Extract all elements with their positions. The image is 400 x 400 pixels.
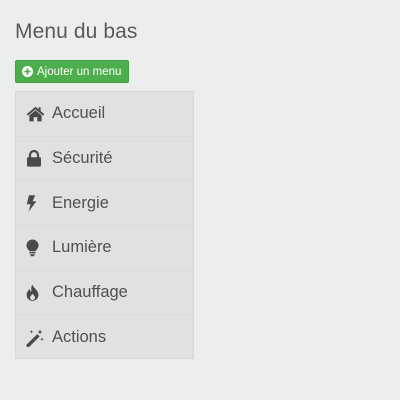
page-title: Menu du bas <box>15 20 138 43</box>
menu-item-chauffage[interactable]: Chauffage <box>16 271 193 316</box>
menu-item-label: Actions <box>52 328 107 347</box>
bottom-menu-list: Accueil Sécurité Energie Lumière Chauffa… <box>15 91 194 359</box>
menu-item-actions[interactable]: Actions <box>16 315 193 360</box>
add-menu-button[interactable]: Ajouter un menu <box>15 60 130 83</box>
page: Menu du bas Ajouter un menu Accueil Sécu… <box>0 0 400 400</box>
home-icon <box>26 105 48 123</box>
plus-circle-icon <box>22 66 33 77</box>
menu-item-label: Energie <box>52 193 109 212</box>
bolt-icon <box>26 194 48 212</box>
magic-wand-icon <box>26 329 48 347</box>
add-menu-label: Ajouter un menu <box>37 65 122 78</box>
menu-item-lumiere[interactable]: Lumière <box>16 226 193 271</box>
flame-icon <box>26 284 48 302</box>
menu-item-securite[interactable]: Sécurité <box>16 137 193 182</box>
menu-item-accueil[interactable]: Accueil <box>16 92 193 137</box>
lightbulb-icon <box>26 239 48 257</box>
menu-item-label: Sécurité <box>52 149 113 168</box>
menu-item-energie[interactable]: Energie <box>16 181 193 227</box>
menu-item-label: Accueil <box>52 104 106 123</box>
menu-item-label: Chauffage <box>52 283 128 302</box>
menu-item-label: Lumière <box>52 238 112 257</box>
lock-icon <box>26 150 48 168</box>
